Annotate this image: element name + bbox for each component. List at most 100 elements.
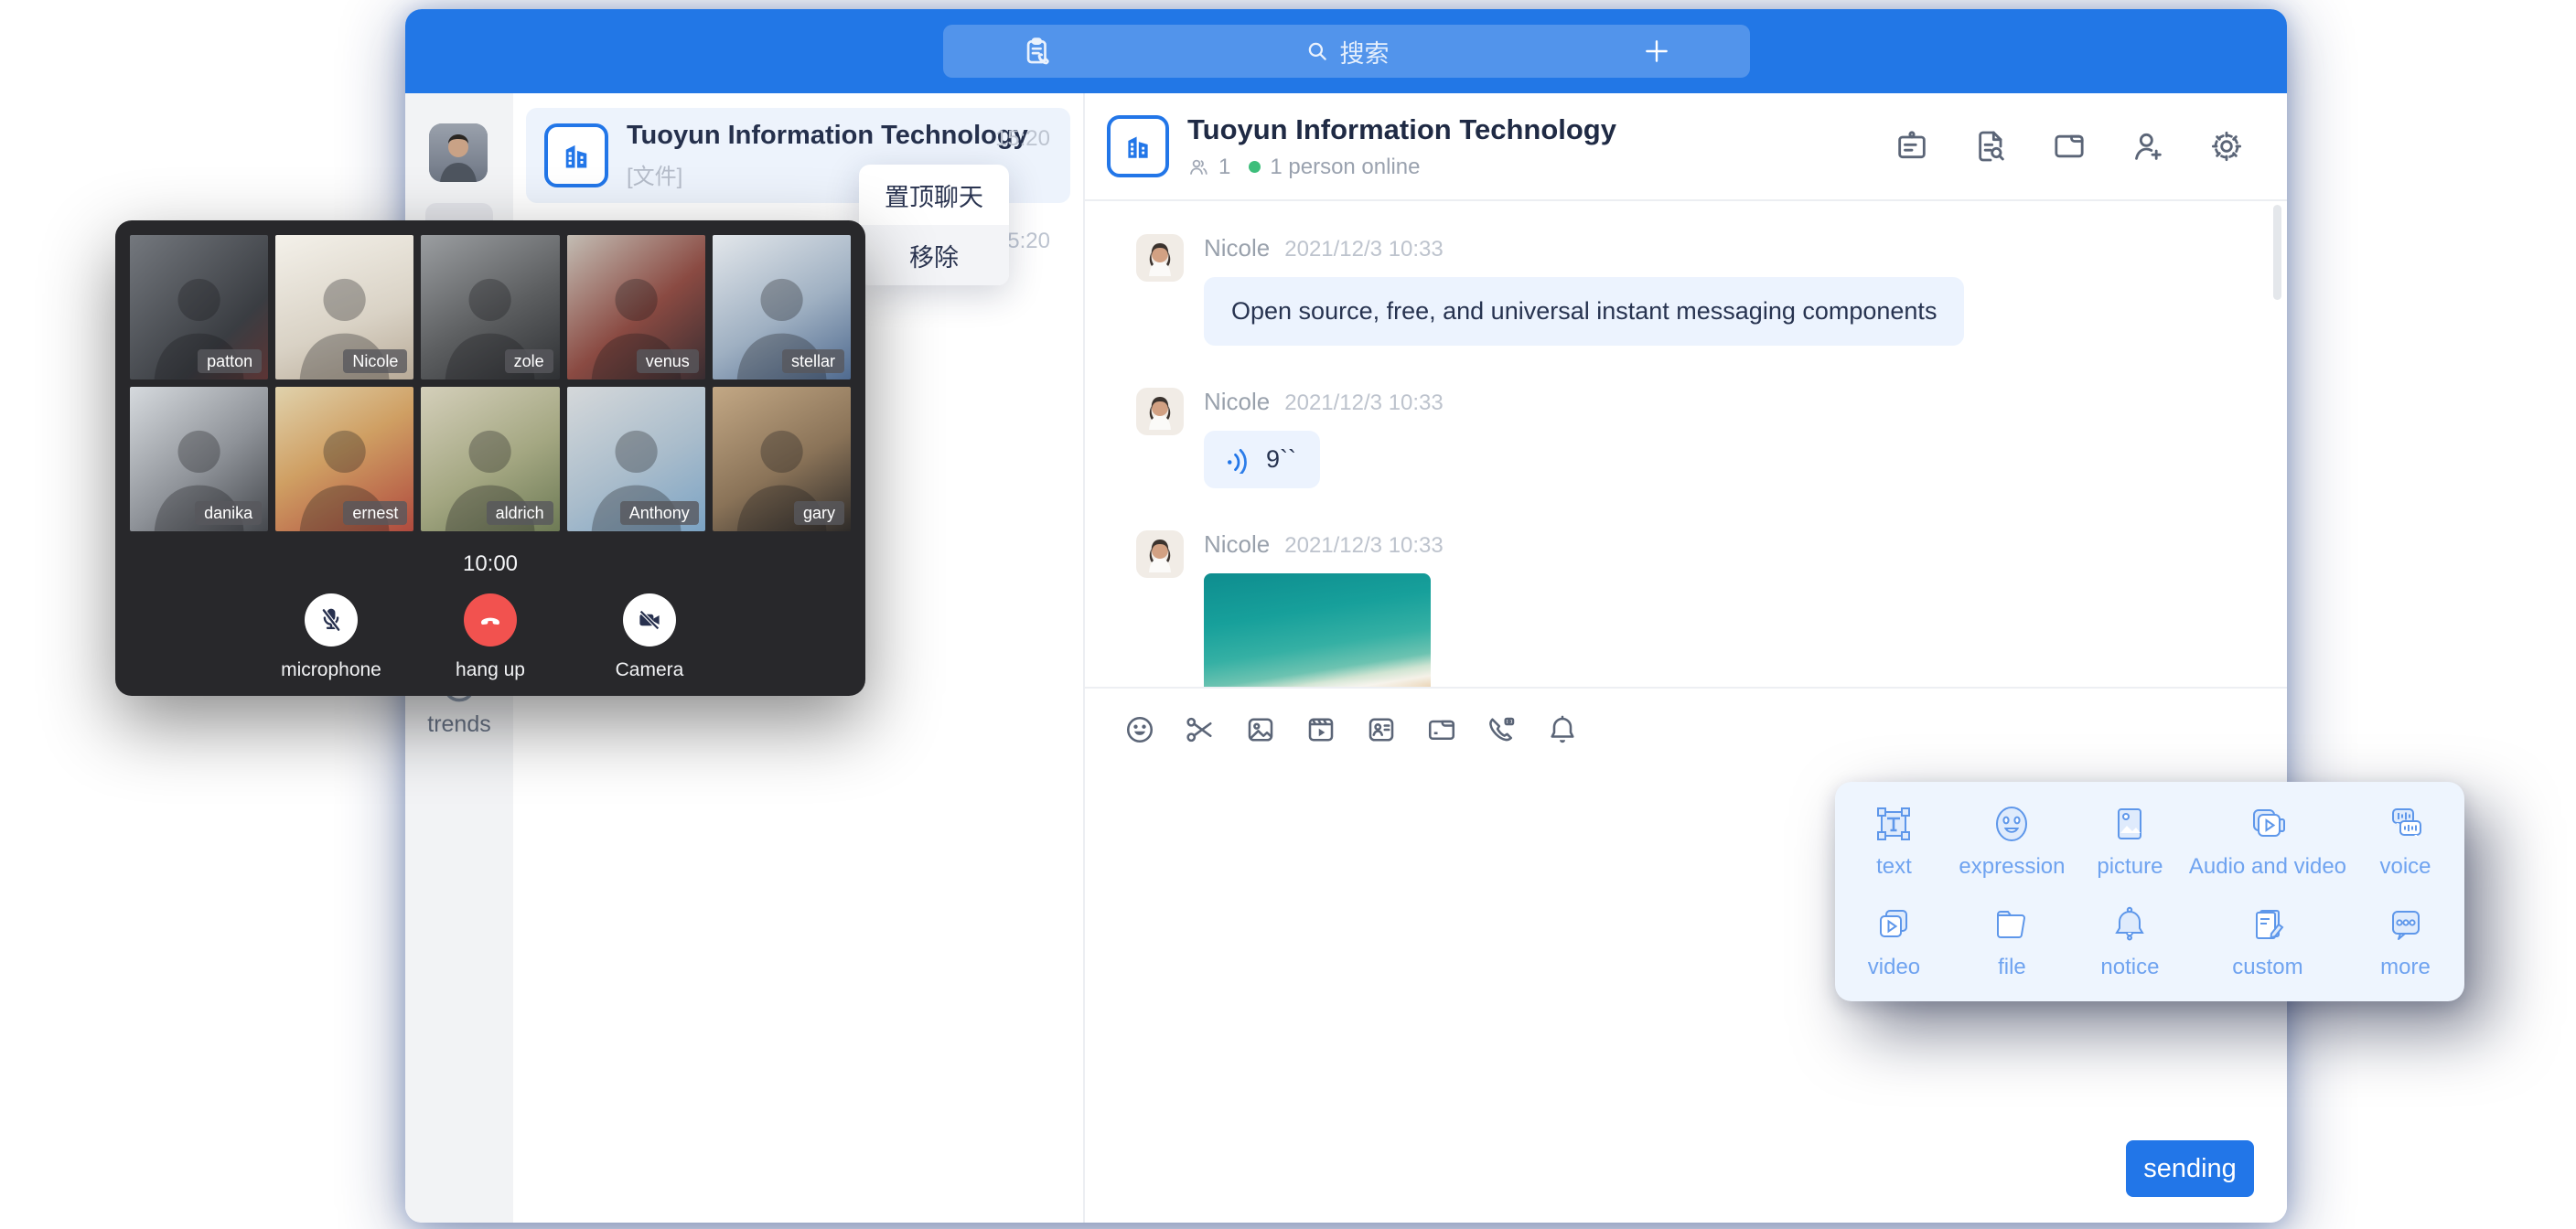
voice-wave-icon [1224, 446, 1251, 474]
feature-picture[interactable]: picture [2071, 803, 2189, 880]
sender-avatar[interactable] [1136, 234, 1184, 282]
feature-voice[interactable]: voice [2346, 803, 2464, 880]
feature-expression[interactable]: expression [1953, 803, 2071, 880]
participant-tile[interactable]: Nicole [275, 235, 413, 379]
menu-item-pin-chat[interactable]: 置顶聊天 [859, 165, 1009, 225]
custom-edit-icon [2247, 903, 2289, 946]
emoji-icon[interactable] [1123, 713, 1156, 746]
file-folder-icon[interactable] [1425, 713, 1458, 746]
camera-button[interactable] [623, 593, 676, 647]
picture-icon [2109, 803, 2151, 845]
mic-off-icon [317, 606, 345, 634]
search-placeholder: 搜索 [1340, 34, 1390, 69]
participant-tile[interactable]: aldrich [421, 387, 559, 531]
participant-tile[interactable]: zole [421, 235, 559, 379]
video-play-icon [1873, 903, 1915, 946]
audio-video-icon [2247, 803, 2289, 845]
search-input[interactable]: 搜索 [1305, 34, 1390, 69]
message-text: Nicole 2021/12/3 10:33 Open source, free… [1136, 234, 2287, 346]
participant-tile[interactable]: patton [130, 235, 268, 379]
feature-video[interactable]: video [1835, 903, 1953, 980]
video-call-icon[interactable] [1486, 713, 1519, 746]
feature-label: file [1998, 955, 2026, 980]
participant-name: ernest [343, 501, 407, 525]
building-icon [560, 139, 593, 172]
chat-group-avatar [1107, 115, 1169, 177]
voice-bubble[interactable]: 9`` [1204, 431, 1320, 488]
screen: 搜索 [0, 0, 2576, 1229]
text-frame-icon [1873, 803, 1915, 845]
trends-label: trends [405, 711, 513, 738]
notification-bell-icon[interactable] [1546, 713, 1579, 746]
my-avatar[interactable] [429, 123, 488, 182]
feature-popup: text expression picture [1835, 782, 2464, 1001]
conversation-time: 15:20 [995, 126, 1050, 152]
sender-name: Nicole [1204, 388, 1270, 416]
participant-name: Anthony [620, 501, 699, 525]
menu-item-remove[interactable]: 移除 [859, 225, 1009, 285]
feature-label: video [1868, 955, 1920, 980]
feature-label: text [1876, 854, 1912, 880]
chat-history-search-icon[interactable] [1972, 128, 2009, 165]
sender-avatar[interactable] [1136, 388, 1184, 435]
video-clip-icon[interactable] [1304, 713, 1337, 746]
camera-label: Camera [616, 659, 684, 681]
feature-custom[interactable]: custom [2189, 903, 2346, 980]
scrollbar-thumb[interactable] [2273, 205, 2281, 300]
participant-name: zole [505, 349, 553, 373]
settings-gear-icon[interactable] [2208, 128, 2245, 165]
folder-icon [1991, 903, 2033, 946]
microphone-label: microphone [281, 659, 381, 681]
building-icon [1122, 131, 1154, 162]
expression-smiley-icon [1991, 803, 2033, 845]
search-pill: 搜索 [943, 25, 1750, 78]
feature-audio-video[interactable]: Audio and video [2189, 803, 2346, 880]
sender-avatar[interactable] [1136, 530, 1184, 578]
screenshot-scissors-icon[interactable] [1184, 713, 1217, 746]
message-time: 2021/12/3 10:33 [1284, 533, 1444, 559]
sender-name: Nicole [1204, 530, 1270, 559]
participant-name: aldrich [487, 501, 553, 525]
participant-tile[interactable]: gary [713, 387, 851, 531]
message-time: 2021/12/3 10:33 [1284, 237, 1444, 262]
feature-label: custom [2232, 955, 2302, 980]
participant-tile[interactable]: stellar [713, 235, 851, 379]
conversation-context-menu: 置顶聊天 移除 [859, 165, 1009, 285]
participant-name: gary [794, 501, 844, 525]
feature-text[interactable]: text [1835, 803, 1953, 880]
image-icon[interactable] [1244, 713, 1277, 746]
participant-name: stellar [782, 349, 844, 373]
add-button[interactable] [1642, 37, 1671, 66]
announcement-board-icon[interactable] [1894, 128, 1930, 165]
text-bubble[interactable]: Open source, free, and universal instant… [1204, 277, 1964, 346]
feature-file[interactable]: file [1953, 903, 2071, 980]
message-image: Nicole 2021/12/3 10:33 [1136, 530, 2287, 687]
send-button[interactable]: sending [2126, 1140, 2254, 1197]
plus-icon [1642, 37, 1671, 66]
participant-name: Nicole [343, 349, 407, 373]
members-icon [1187, 156, 1209, 178]
hang-up-button[interactable] [464, 593, 517, 647]
contacts-call-icon[interactable] [1022, 36, 1053, 67]
group-avatar [544, 123, 608, 187]
call-controls: microphone hang up [130, 593, 851, 681]
message-list[interactable]: Nicole 2021/12/3 10:33 Open source, free… [1085, 201, 2287, 687]
member-count: 1 [1218, 155, 1230, 180]
participant-tile[interactable]: danika [130, 387, 268, 531]
online-dot [1249, 161, 1261, 173]
contact-card-icon[interactable] [1365, 713, 1398, 746]
search-icon [1305, 39, 1329, 63]
participant-tile[interactable]: ernest [275, 387, 413, 531]
add-member-icon[interactable] [2130, 128, 2166, 165]
folder-icon[interactable] [2051, 128, 2088, 165]
microphone-button[interactable] [305, 593, 358, 647]
feature-more[interactable]: more [2346, 903, 2464, 980]
image-message-beach[interactable] [1204, 573, 1431, 687]
feature-notice[interactable]: notice [2071, 903, 2189, 980]
participant-tile[interactable]: Anthony [567, 387, 705, 531]
chat-title: Tuoyun Information Technology [1187, 113, 1616, 146]
participant-tile[interactable]: venus [567, 235, 705, 379]
feature-label: picture [2097, 854, 2163, 880]
sender-name: Nicole [1204, 234, 1270, 262]
voice-duration: 9`` [1266, 445, 1296, 474]
